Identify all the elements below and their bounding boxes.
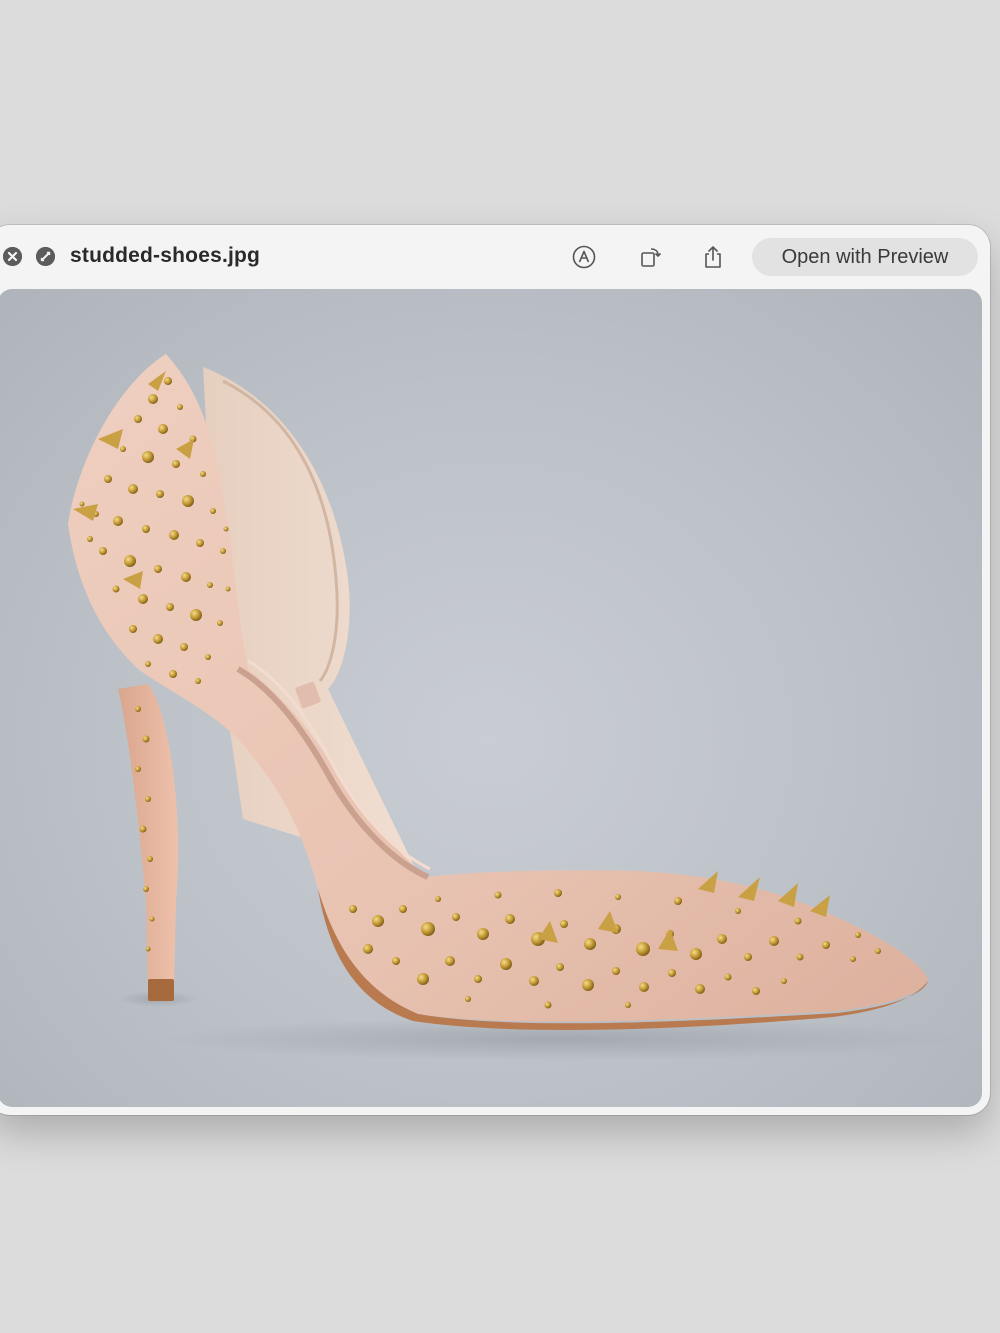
- window-title: studded-shoes.jpg: [70, 244, 261, 267]
- fullscreen-icon[interactable]: [36, 247, 55, 266]
- desktop-background: studded-shoes.jpg Open with Preview: [0, 0, 1000, 1333]
- title-bar: studded-shoes.jpg Open with Preview: [0, 225, 990, 287]
- quicklook-window: studded-shoes.jpg Open with Preview: [0, 225, 990, 1115]
- markup-icon[interactable]: [570, 243, 598, 271]
- open-with-preview-button[interactable]: Open with Preview: [752, 238, 978, 276]
- image-preview: [0, 289, 982, 1107]
- close-icon[interactable]: [3, 247, 22, 266]
- rotate-icon[interactable]: [636, 243, 664, 271]
- share-icon[interactable]: [699, 243, 727, 271]
- shoe-photo: [68, 354, 958, 1061]
